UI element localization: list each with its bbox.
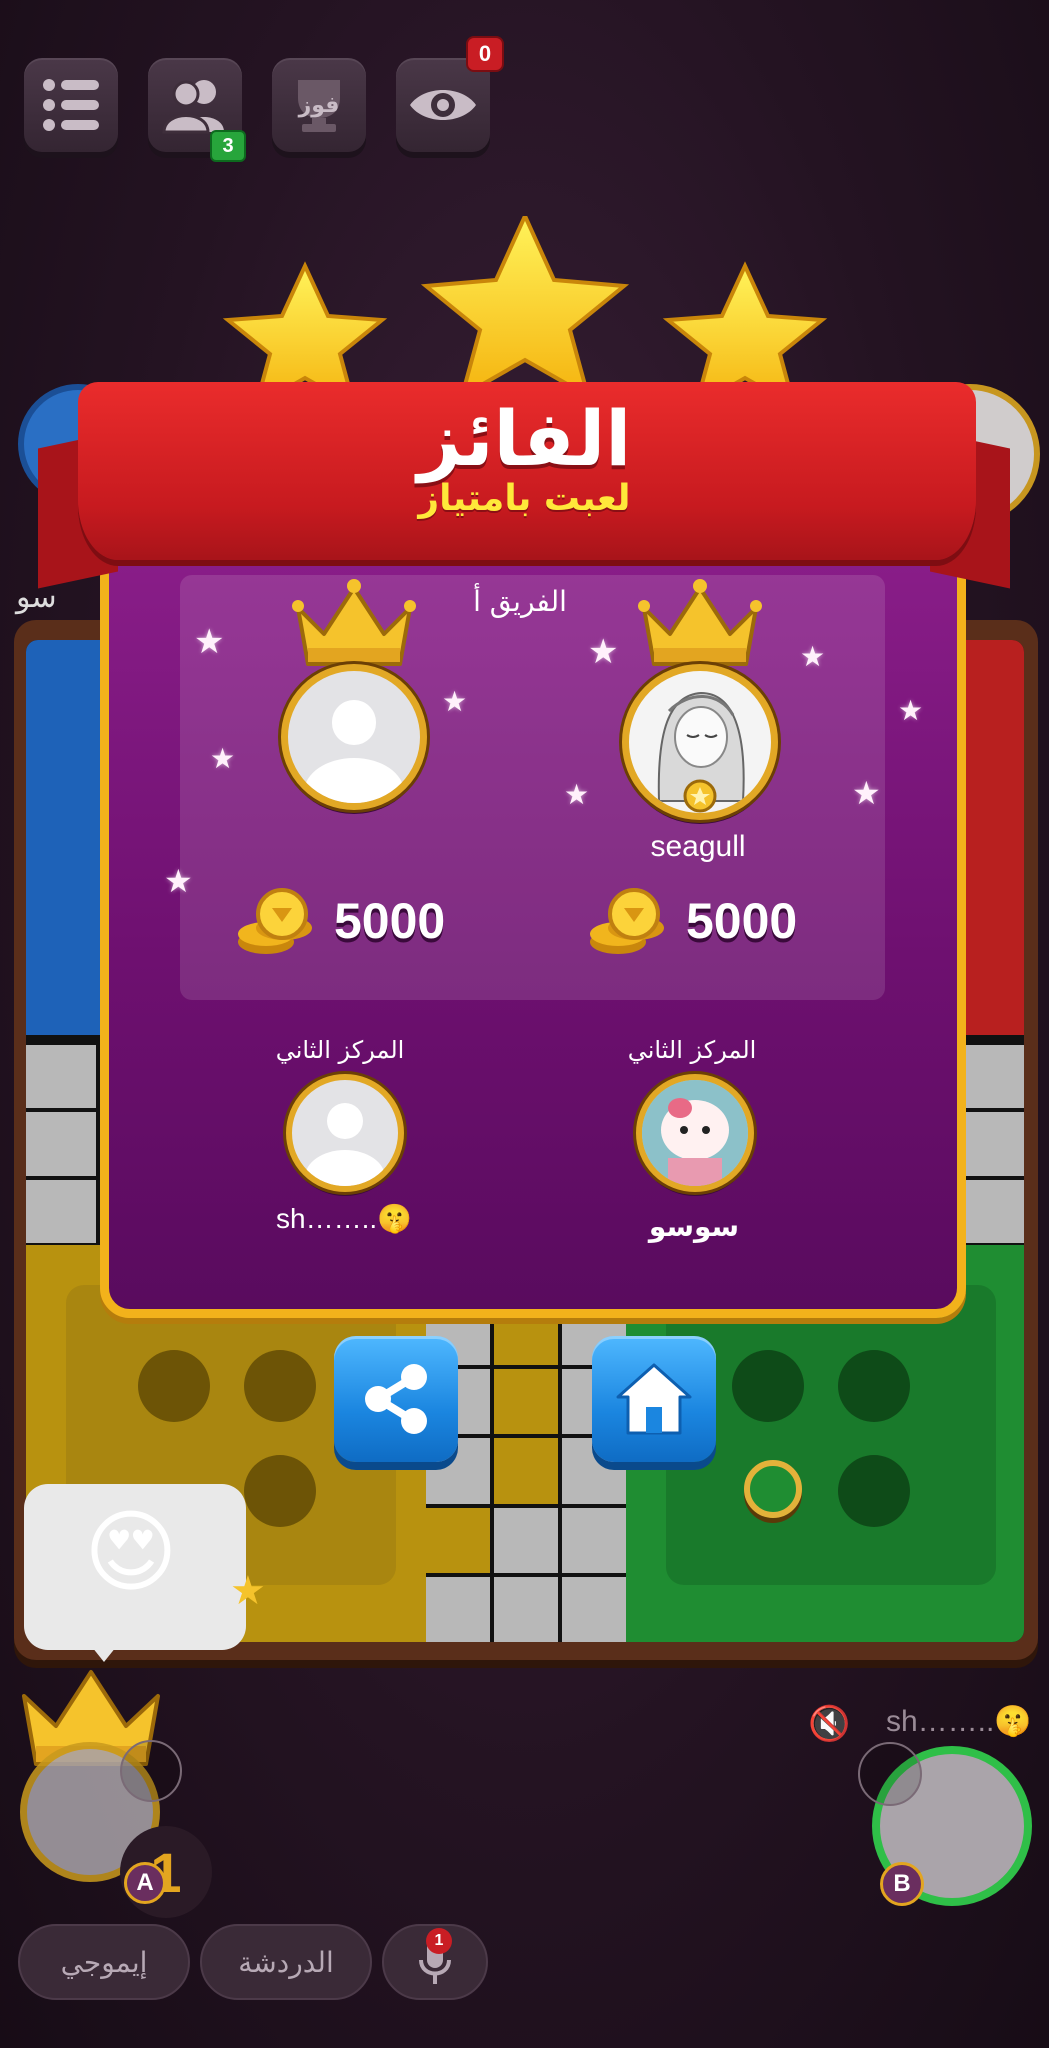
opponent-name: sh……..🤫 [886, 1705, 1032, 1738]
crown-icon [638, 579, 762, 666]
sparkle-icon: ★ [164, 862, 193, 900]
sparkle-icon: ★ [800, 640, 826, 673]
eye-icon [410, 90, 476, 120]
spectate-button[interactable] [396, 58, 490, 152]
sparkle-icon: ★ [194, 622, 225, 662]
player-b-badge: B [880, 1862, 924, 1906]
green-pit [838, 1350, 910, 1422]
team-label: الفريق أ [473, 585, 567, 618]
gift-button[interactable] [858, 1742, 922, 1806]
green-token[interactable] [744, 1460, 802, 1518]
home-button[interactable] [592, 1336, 716, 1462]
sparkle-icon: ★ [852, 774, 881, 812]
sparkle-icon: ★ [564, 778, 590, 811]
runner-up-avatar-2[interactable] [636, 1074, 754, 1192]
gift-button[interactable] [120, 1740, 182, 1802]
chat-button[interactable]: الدردشة [200, 1924, 372, 2000]
star-icon: ★ [230, 1568, 266, 1614]
runner-up-avatar-1[interactable] [286, 1074, 404, 1192]
sparkle-icon: ★ [898, 694, 924, 727]
winner-avatar-1[interactable] [281, 664, 427, 810]
emoji-button-label: إيموجي [60, 1945, 148, 1979]
coins-icon [590, 888, 664, 954]
emoji-button[interactable]: إيموجي [18, 1924, 190, 2000]
player-a-badge: A [124, 1862, 166, 1904]
winner-name-2: seagull [650, 830, 746, 863]
crown-icon [292, 579, 416, 666]
green-pit [838, 1455, 910, 1527]
share-icon [365, 1364, 427, 1434]
winner-coins-1: 5000 [334, 893, 446, 949]
runner-up-rank-label-1: المركز الثاني [275, 1036, 405, 1064]
sparkle-icon: ★ [588, 632, 619, 672]
coins-icon [238, 888, 312, 954]
share-button[interactable] [334, 1336, 458, 1462]
runner-up-rank-label-2: المركز الثاني [627, 1036, 757, 1064]
friends-count-badge: 3 [210, 130, 246, 162]
runner-up-name-1: sh……..🤫 [276, 1203, 412, 1234]
sparkle-icon: ★ [210, 742, 236, 775]
medal-icon [683, 779, 717, 813]
spectators-count-badge: 0 [466, 36, 504, 72]
runner-up-name-2: سوسو [648, 1210, 740, 1243]
heart-eyes-emoji: 😍 [84, 1500, 178, 1605]
result-subtitle: لعبت بامتياز [418, 478, 631, 519]
plush-toy-image [642, 1080, 748, 1186]
sparkle-icon: ★ [442, 685, 468, 718]
menu-icon [43, 79, 99, 131]
result-title: الفائز [417, 394, 632, 483]
yellow-pit [244, 1350, 316, 1422]
yellow-pit [244, 1455, 316, 1527]
three-stars-icon [222, 216, 828, 406]
home-icon [616, 1363, 692, 1435]
winner-coins-2: 5000 [686, 893, 798, 949]
trophy-button[interactable]: فوز [272, 58, 366, 152]
friends-icon [162, 80, 224, 134]
track-right [958, 1045, 1024, 1243]
track-left [26, 1045, 96, 1243]
reaction-bubble: 😍 [24, 1484, 246, 1662]
yellow-pit [138, 1350, 210, 1422]
trophy-label: فوز [298, 92, 340, 118]
mute-icon[interactable]: 🔇 [808, 1704, 850, 1744]
menu-button[interactable] [24, 58, 118, 152]
mic-notification-badge: 1 [426, 1928, 452, 1954]
green-pit [732, 1350, 804, 1422]
chat-button-label: الدردشة [238, 1945, 334, 1979]
